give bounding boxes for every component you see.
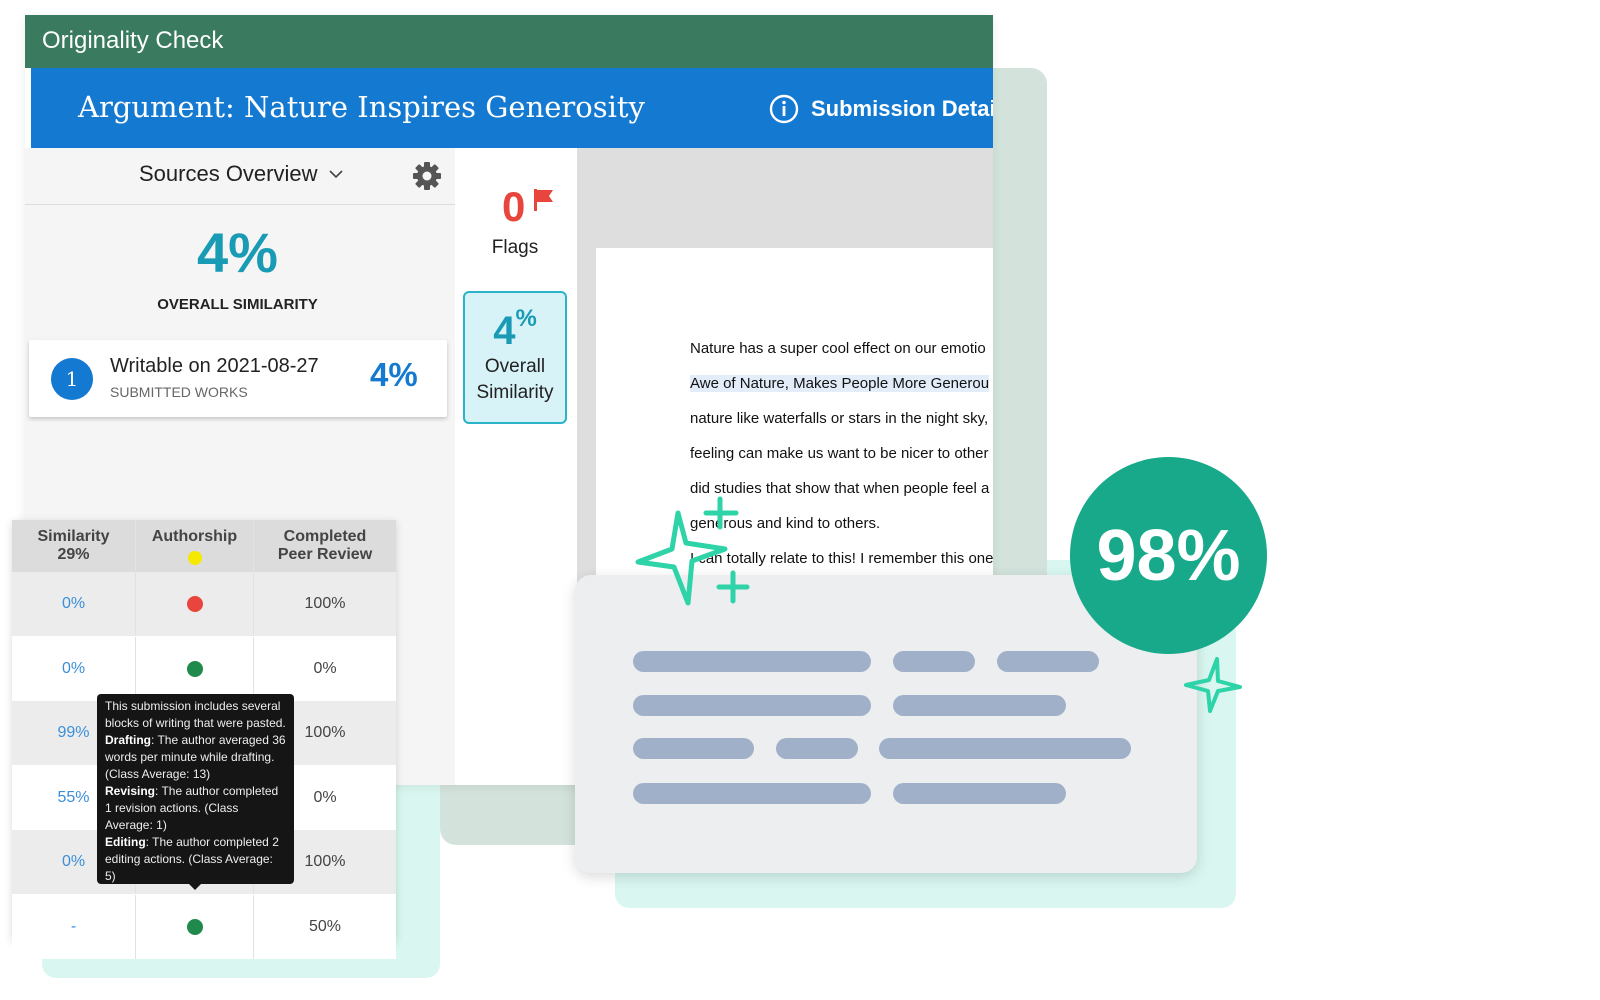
summary-column: 0 Flags 4% Overall Similarity xyxy=(457,148,577,785)
overall-similarity-card[interactable]: 4% Overall Similarity xyxy=(463,291,567,424)
overall-similarity-value: 4% xyxy=(197,221,278,284)
text-placeholder-bar xyxy=(633,695,871,716)
similarity-cell[interactable]: - xyxy=(12,894,136,959)
header-label: Peer Review xyxy=(277,546,373,563)
text-placeholder-bar xyxy=(893,651,975,672)
doc-line-highlighted[interactable]: Awe of Nature, Makes People More Generou xyxy=(690,375,990,392)
doc-line: nature like waterfalls or stars in the n… xyxy=(690,410,989,427)
authorship-status-dot xyxy=(186,918,203,935)
authorship-cell[interactable] xyxy=(136,894,254,959)
text-placeholder-bar xyxy=(776,738,858,759)
tooltip-drafting-label: Drafting xyxy=(105,733,151,747)
authorship-status-dot xyxy=(187,550,202,565)
chevron-down-icon xyxy=(328,170,343,179)
table-row[interactable]: 0% 0% xyxy=(12,636,396,701)
app-title-bar: Originality Check xyxy=(25,15,993,68)
doc-line: Nature has a super cool effect on our em… xyxy=(690,340,986,357)
authorship-cell[interactable] xyxy=(136,636,254,701)
authorship-tooltip: This submission includes several blocks … xyxy=(97,694,294,890)
score-badge: 98% xyxy=(1070,457,1267,654)
peer-review-cell: 50% xyxy=(308,917,342,935)
text-placeholder-bar xyxy=(893,695,1066,716)
overall-similarity-label: OVERALL SIMILARITY xyxy=(157,296,318,313)
submission-details-label: Submission Detai xyxy=(811,96,993,121)
source-pct: 4% xyxy=(370,356,418,393)
text-placeholder-bar xyxy=(893,783,1066,804)
header-label: Similarity xyxy=(37,528,110,545)
similarity-card-unit: % xyxy=(515,305,537,332)
similarity-card-value: 4 xyxy=(493,309,516,353)
sources-header: Sources Overview xyxy=(25,148,455,205)
flags-label: Flags xyxy=(491,237,539,258)
tooltip-revising-label: Revising xyxy=(105,784,156,798)
text-placeholder-bar xyxy=(633,651,871,672)
header-label: Completed xyxy=(283,528,367,545)
sources-dropdown[interactable]: Sources Overview xyxy=(139,161,344,187)
flags-count: 0 xyxy=(502,183,526,230)
table-row[interactable]: 0% 100% xyxy=(12,572,396,636)
text-placeholder-bar xyxy=(633,738,754,759)
similarity-cell[interactable]: 0% xyxy=(12,636,136,701)
page-title: Argument: Nature Inspires Generosity xyxy=(78,90,645,124)
flag-icon xyxy=(534,189,553,211)
sparkle-small-icon xyxy=(1184,657,1242,713)
source-index-badge: 1 xyxy=(51,358,93,400)
text-placeholder-bar xyxy=(997,651,1099,672)
similarity-cell[interactable]: 0% xyxy=(12,572,136,636)
peer-review-cell: 100% xyxy=(304,595,346,612)
header-label: 29% xyxy=(57,546,90,563)
tooltip-intro: This submission includes several blocks … xyxy=(105,699,286,730)
text-placeholder-bar xyxy=(633,783,871,804)
header-label: Authorship xyxy=(151,527,238,545)
sparkle-icon xyxy=(635,496,750,606)
tooltip-arrow xyxy=(189,884,201,890)
assignment-header: Argument: Nature Inspires Generosity Sub… xyxy=(31,68,993,148)
header-similarity[interactable]: Similarity 29% xyxy=(12,520,136,572)
header-peer-review[interactable]: Completed Peer Review xyxy=(254,520,396,572)
text-placeholder-bar xyxy=(879,738,1131,759)
gear-icon[interactable] xyxy=(411,160,443,192)
similarity-card-label-1: Overall xyxy=(484,356,546,377)
similarity-card-label-2: Similarity xyxy=(476,382,554,403)
peer-review-cell: 0% xyxy=(313,659,337,677)
sources-dropdown-label: Sources Overview xyxy=(139,161,318,186)
doc-line: feeling can make us want to be nicer to … xyxy=(690,445,989,462)
header-authorship[interactable]: Authorship xyxy=(136,520,254,572)
source-item[interactable]: 1 Writable on 2021-08-27 SUBMITTED WORKS… xyxy=(29,340,447,417)
authorship-status-dot xyxy=(186,660,203,677)
info-icon xyxy=(769,94,799,124)
tooltip-editing-label: Editing xyxy=(105,835,146,849)
source-subtitle: SUBMITTED WORKS xyxy=(110,384,248,400)
table-header: Similarity 29% Authorship Completed Peer R… xyxy=(12,520,396,572)
source-title: Writable on 2021-08-27 xyxy=(110,355,319,377)
authorship-cell[interactable] xyxy=(136,572,254,636)
submission-details-button[interactable]: Submission Detai xyxy=(769,94,993,124)
table-row[interactable]: - 50% xyxy=(12,894,396,959)
authorship-status-dot xyxy=(186,596,203,612)
